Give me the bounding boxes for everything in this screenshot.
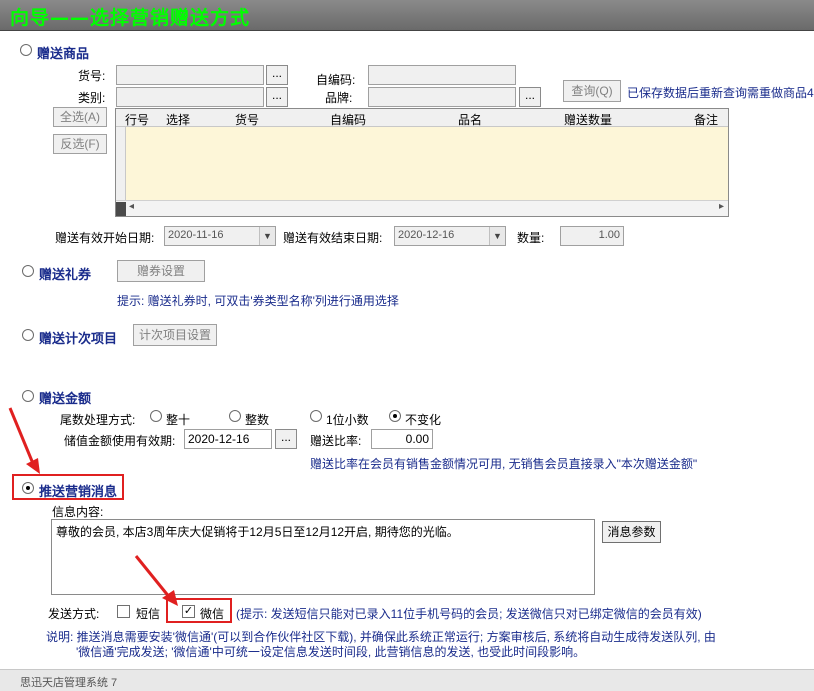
content-label: 信息内容: xyxy=(52,505,104,519)
sms-checkbox[interactable] xyxy=(117,605,130,618)
count-settings-button[interactable]: 计次项目设置 xyxy=(133,324,217,346)
push-message-label: 推送营销消息 xyxy=(39,484,118,499)
huohao-browse-button[interactable]: ... xyxy=(266,65,288,85)
radio-rounding-none[interactable] xyxy=(389,410,401,422)
qty-input[interactable]: 1.00 xyxy=(560,226,624,246)
gift-coupon-label: 赠送礼券 xyxy=(39,267,92,282)
radio-rounding-one-decimal[interactable] xyxy=(310,410,322,422)
pinpai-browse-button[interactable]: ... xyxy=(519,87,541,107)
wizard-title: 向导——选择营销赠送方式 xyxy=(10,7,251,29)
coupon-settings-button[interactable]: 赠券设置 xyxy=(117,260,205,282)
scroll-left-icon[interactable]: ◂ xyxy=(129,201,134,212)
expiry-label: 储值金额使用有效期: xyxy=(64,434,176,448)
pinpai-input[interactable] xyxy=(368,87,516,107)
col-header-huohao[interactable]: 货号 xyxy=(198,111,296,128)
ratio-input[interactable]: 0.00 xyxy=(371,429,433,449)
message-params-button[interactable]: 消息参数 xyxy=(602,521,661,543)
radio-rounding-ten[interactable] xyxy=(150,410,162,422)
end-date-label: 赠送有效结束日期: xyxy=(283,231,383,245)
huohao-label: 货号: xyxy=(78,69,106,83)
huohao-input[interactable] xyxy=(116,65,264,85)
leibie-input[interactable] xyxy=(116,87,264,107)
invert-selection-button[interactable]: 反选(F) xyxy=(53,134,107,154)
ratio-hint: 赠送比率在会员有销售金额情况可用, 无销售会员直接录入"本次赠送金额" xyxy=(310,457,698,471)
wechat-checkbox[interactable]: ✓ xyxy=(182,605,195,618)
rounding-label: 尾数处理方式: xyxy=(60,413,136,427)
wizard-titlebar: 向导——选择营销赠送方式 xyxy=(0,0,814,31)
end-date-picker[interactable]: 2020-12-16 ▼ xyxy=(394,226,506,246)
radio-gift-goods[interactable] xyxy=(20,44,32,56)
annotation-arrow-icon xyxy=(8,407,40,474)
send-hint: (提示: 发送短信只能对已录入11位手机号码的会员; 发送微信只对已绑定微信的会… xyxy=(236,607,702,621)
radio-gift-count[interactable] xyxy=(22,329,34,341)
send-method-label: 发送方式: xyxy=(48,607,100,621)
ratio-label: 赠送比率: xyxy=(310,434,362,448)
chevron-down-icon[interactable]: ▼ xyxy=(259,227,275,245)
query-hint: 已保存数据后重新查询需重做商品4 xyxy=(627,86,814,100)
gift-goods-label: 赠送商品 xyxy=(37,46,90,61)
gift-count-label: 赠送计次项目 xyxy=(39,331,118,346)
radio-rounding-integer[interactable] xyxy=(229,410,241,422)
start-date-picker[interactable]: 2020-11-16 ▼ xyxy=(164,226,276,246)
leibie-label: 类别: xyxy=(78,91,106,105)
gift-goods-grid[interactable]: 行号 选择 货号 自编码 品名 赠送数量 备注 ◂ ▸ xyxy=(115,108,729,217)
leibie-browse-button[interactable]: ... xyxy=(266,87,288,107)
end-date-value: 2020-12-16 xyxy=(398,229,455,241)
coupon-hint: 提示: 赠送礼券时, 可双击'券类型名称'列进行通用选择 xyxy=(117,294,399,308)
grid-horizontal-scrollbar[interactable]: ◂ ▸ xyxy=(116,200,728,216)
bottom-taskbar: 思迅天店管理系统 7 xyxy=(0,669,814,691)
gift-amount-label: 赠送金额 xyxy=(39,391,92,406)
rounding-option-one-decimal: 1位小数 xyxy=(326,413,369,427)
radio-push-message[interactable] xyxy=(22,482,34,494)
wechat-label: 微信 xyxy=(200,607,225,621)
col-header-remark[interactable]: 备注 xyxy=(676,111,736,128)
note-line-2: '微信通'完成发送; '微信通'中可统一设定信息发送时间段, 此营销信息的发送,… xyxy=(76,645,586,659)
query-button[interactable]: 查询(Q) xyxy=(563,80,621,102)
grid-body[interactable] xyxy=(116,127,728,200)
qty-label: 数量: xyxy=(517,231,545,245)
pinpai-label: 品牌: xyxy=(325,91,353,105)
zibianma-input[interactable] xyxy=(368,65,516,85)
rounding-option-none: 不变化 xyxy=(405,413,442,427)
annotation-arrow-icon xyxy=(134,555,178,606)
rounding-option-integer: 整数 xyxy=(245,413,270,427)
taskbar-text: 思迅天店管理系统 7 xyxy=(20,677,118,689)
col-header-select[interactable]: 选择 xyxy=(158,111,198,128)
col-header-qty[interactable]: 赠送数量 xyxy=(542,111,634,128)
scroll-right-icon[interactable]: ▸ xyxy=(719,201,724,212)
rounding-option-ten: 整十 xyxy=(166,413,191,427)
radio-gift-coupon[interactable] xyxy=(22,265,34,277)
chevron-down-icon[interactable]: ▼ xyxy=(489,227,505,245)
select-all-button[interactable]: 全选(A) xyxy=(53,107,107,127)
zibianma-label: 自编码: xyxy=(316,73,356,87)
start-date-value: 2020-11-16 xyxy=(168,229,224,241)
start-date-label: 赠送有效开始日期: xyxy=(55,231,155,245)
radio-gift-amount[interactable] xyxy=(22,390,34,402)
col-header-pinming[interactable]: 品名 xyxy=(400,111,540,128)
expiry-input[interactable]: 2020-12-16 xyxy=(184,429,272,449)
grid-header: 行号 选择 货号 自编码 品名 赠送数量 备注 xyxy=(116,109,728,127)
expiry-browse-button[interactable]: ... xyxy=(275,429,297,449)
col-header-zibianma[interactable]: 自编码 xyxy=(298,111,398,128)
